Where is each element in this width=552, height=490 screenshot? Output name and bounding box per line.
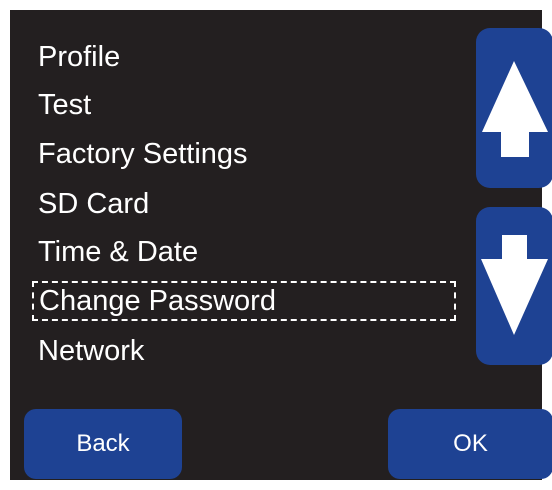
arrow-up-icon	[482, 61, 548, 157]
menu-item-change-password[interactable]: Change Password	[32, 281, 456, 321]
menu-item-sd-card[interactable]: SD Card	[38, 184, 149, 224]
menu-item-profile[interactable]: Profile	[38, 37, 120, 77]
menu-item-time-date[interactable]: Time & Date	[38, 232, 198, 272]
arrow-down-icon	[481, 235, 548, 335]
menu-item-test[interactable]: Test	[38, 85, 91, 125]
scroll-up-button[interactable]	[476, 28, 552, 188]
back-button[interactable]: Back	[24, 409, 182, 479]
scroll-down-button[interactable]	[476, 207, 552, 365]
menu-item-network[interactable]: Network	[38, 331, 144, 371]
ok-button[interactable]: OK	[388, 409, 552, 479]
menu-item-factory-settings[interactable]: Factory Settings	[38, 134, 248, 174]
menu-screen: Profile Test Factory Settings SD Card Ti…	[10, 10, 552, 480]
